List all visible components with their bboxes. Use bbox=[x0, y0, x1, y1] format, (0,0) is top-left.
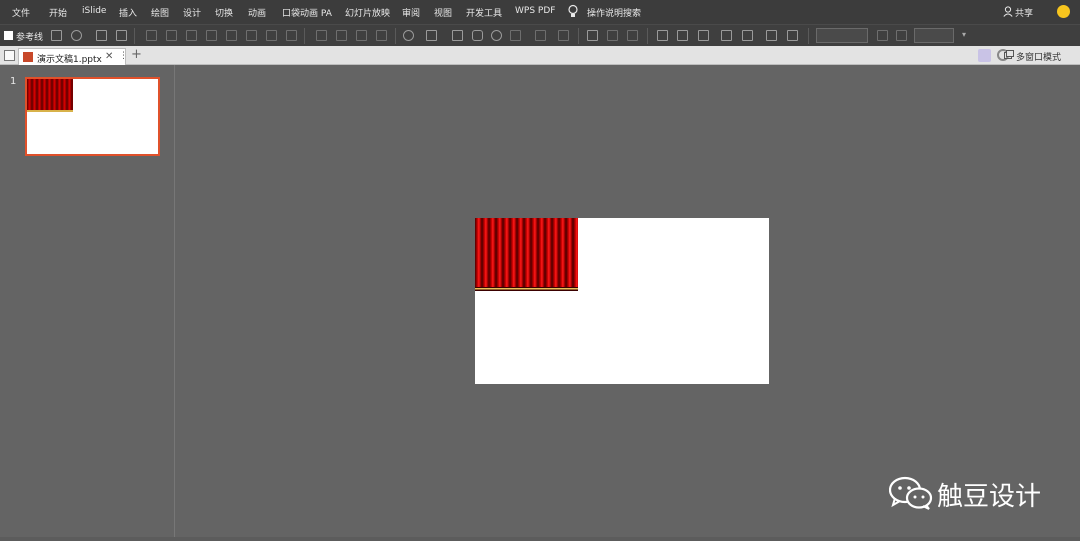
align-middle-icon[interactable] bbox=[226, 30, 237, 41]
eyedropper-line-icon[interactable] bbox=[787, 30, 798, 41]
home-icon[interactable] bbox=[4, 50, 15, 61]
shape-style-icon[interactable] bbox=[535, 30, 546, 41]
fill-bucket-icon[interactable] bbox=[698, 30, 709, 41]
slides-panel: 1 bbox=[0, 65, 175, 541]
document-tab-title: 演示文稿1.pptx bbox=[37, 55, 102, 65]
curtain-image-thumbnail bbox=[27, 79, 73, 112]
text-box-icon[interactable] bbox=[721, 30, 732, 41]
align-left-icon[interactable] bbox=[186, 30, 197, 41]
rounded-rectangle-icon[interactable] bbox=[472, 30, 483, 41]
reference-lines-checkbox[interactable] bbox=[4, 31, 13, 40]
send-backward-icon[interactable] bbox=[356, 30, 367, 41]
menu-file[interactable]: 文件 bbox=[12, 6, 30, 19]
save-icon[interactable] bbox=[51, 30, 62, 41]
document-tab-bar: 演示文稿1.pptx ✕ ⋮ + 多窗口模式 bbox=[0, 46, 1080, 65]
menu-pocket-animation[interactable]: 口袋动画 PA bbox=[282, 6, 332, 19]
font-color-icon[interactable] bbox=[742, 30, 753, 41]
separator bbox=[808, 28, 809, 44]
more-options-icon[interactable]: ⋮ bbox=[119, 51, 128, 61]
separator bbox=[395, 28, 396, 44]
menu-home[interactable]: 开始 bbox=[49, 6, 67, 19]
distribute-horizontal-icon[interactable] bbox=[246, 30, 257, 41]
distribute-vertical-icon[interactable] bbox=[266, 30, 277, 41]
decrease-font-icon[interactable] bbox=[896, 30, 907, 41]
customize-toolbar-icon[interactable]: ▾ bbox=[962, 30, 973, 41]
lightbulb-icon bbox=[568, 4, 578, 17]
undo-icon[interactable] bbox=[71, 30, 82, 41]
menu-view[interactable]: 视图 bbox=[434, 6, 452, 19]
font-size-select[interactable] bbox=[914, 28, 954, 43]
add-tab-icon[interactable]: + bbox=[131, 47, 142, 62]
menu-review[interactable]: 审阅 bbox=[402, 6, 420, 19]
smiley-feedback-icon[interactable] bbox=[1057, 5, 1070, 18]
picture-format-icon[interactable] bbox=[627, 30, 638, 41]
slide-thumbnail[interactable] bbox=[25, 77, 160, 156]
menu-design[interactable]: 设计 bbox=[183, 6, 201, 19]
wechat-icon bbox=[889, 476, 933, 510]
increase-font-icon[interactable] bbox=[877, 30, 888, 41]
user-icon bbox=[1003, 6, 1013, 17]
email-icon[interactable] bbox=[96, 30, 107, 41]
menu-islide[interactable]: iSlide bbox=[82, 6, 106, 16]
merge-shapes-icon[interactable] bbox=[510, 30, 521, 41]
separator bbox=[578, 28, 579, 44]
ellipse-icon[interactable] bbox=[491, 30, 502, 41]
menu-developer[interactable]: 开发工具 bbox=[466, 6, 502, 19]
quick-toolbar: 参考线 ▾ bbox=[0, 24, 1080, 46]
eyedropper-outline-icon[interactable] bbox=[677, 30, 688, 41]
menu-transitions[interactable]: 切换 bbox=[215, 6, 233, 19]
wechat-watermark: 触豆设计 bbox=[889, 474, 1049, 512]
current-slide[interactable] bbox=[475, 218, 769, 384]
share-button[interactable]: 共享 bbox=[1015, 6, 1033, 19]
close-box-icon[interactable] bbox=[116, 30, 127, 41]
multi-window-mode-button[interactable]: 多窗口模式 bbox=[1016, 50, 1061, 63]
menu-bar: 文件 开始 iSlide 插入 绘图 设计 切换 动画 口袋动画 PA 幻灯片放… bbox=[0, 0, 1080, 24]
menu-draw[interactable]: 绘图 bbox=[151, 6, 169, 19]
picture-icon[interactable] bbox=[607, 30, 618, 41]
align-center-icon[interactable] bbox=[286, 30, 297, 41]
reference-lines-label: 参考线 bbox=[16, 33, 44, 43]
ungroup-icon[interactable] bbox=[376, 30, 387, 41]
align-right-icon[interactable] bbox=[206, 30, 217, 41]
shapes-icon[interactable] bbox=[403, 30, 414, 41]
separator bbox=[304, 28, 305, 44]
separator bbox=[647, 28, 648, 44]
menu-animations[interactable]: 动画 bbox=[248, 6, 266, 19]
eyedropper-text-icon[interactable] bbox=[766, 30, 777, 41]
separator bbox=[134, 28, 135, 44]
menu-slideshow[interactable]: 幻灯片放映 bbox=[345, 6, 390, 19]
document-tab[interactable]: 演示文稿1.pptx ✕ ⋮ bbox=[18, 48, 128, 65]
align-bottom-icon[interactable] bbox=[146, 30, 157, 41]
align-top-icon[interactable] bbox=[166, 30, 177, 41]
menu-insert[interactable]: 插入 bbox=[119, 6, 137, 19]
bring-forward-icon[interactable] bbox=[336, 30, 347, 41]
slide-number: 1 bbox=[10, 76, 17, 87]
multi-window-icon bbox=[1004, 50, 1014, 59]
eyedropper-icon[interactable] bbox=[657, 30, 668, 41]
watermark-text: 触豆设计 bbox=[937, 482, 1042, 512]
rectangle-icon[interactable] bbox=[452, 30, 463, 41]
curtain-image[interactable] bbox=[475, 218, 578, 291]
edit-shape-icon[interactable] bbox=[426, 30, 437, 41]
freeform-icon[interactable] bbox=[558, 30, 569, 41]
crop-icon[interactable] bbox=[587, 30, 598, 41]
font-name-select[interactable] bbox=[816, 28, 868, 43]
menu-wps-pdf[interactable]: WPS PDF bbox=[515, 6, 555, 16]
close-tab-icon[interactable]: ✕ bbox=[105, 51, 113, 62]
search-icon[interactable] bbox=[978, 49, 991, 62]
tell-me-search[interactable]: 操作说明搜索 bbox=[587, 6, 641, 19]
group-icon[interactable] bbox=[316, 30, 327, 41]
powerpoint-file-icon bbox=[23, 52, 33, 62]
status-bar bbox=[0, 537, 1080, 541]
